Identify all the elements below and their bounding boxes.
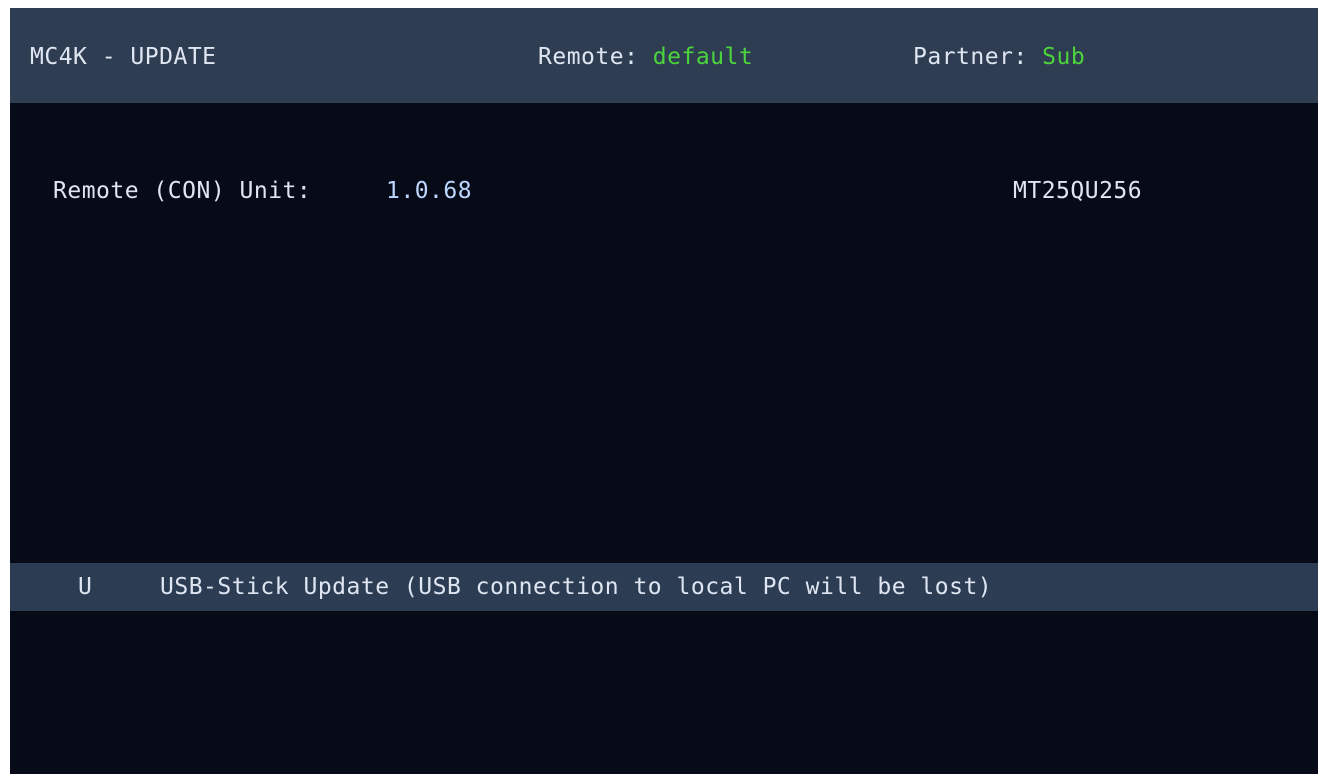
unit-label: Remote (CON) Unit:: [53, 178, 312, 204]
flash-chip-id: MT25QU256: [1013, 178, 1143, 204]
unit-version: 1.0.68: [386, 178, 473, 204]
update-screen: MC4K - UPDATE Remote: default Partner: S…: [10, 8, 1318, 774]
partner-status: Partner: Sub: [913, 44, 1085, 70]
remote-label: Remote:: [538, 44, 639, 70]
partner-value: Sub: [1042, 44, 1086, 70]
menu-item-usb-update[interactable]: U USB-Stick Update (USB connection to lo…: [10, 563, 1318, 611]
remote-value: default: [652, 44, 754, 70]
remote-status: Remote: default: [538, 44, 753, 70]
partner-label: Partner:: [913, 44, 1028, 70]
menu-item-hotkey: U: [78, 574, 93, 600]
header-bar: MC4K - UPDATE Remote: default Partner: S…: [10, 8, 1318, 103]
page-title: MC4K - UPDATE: [30, 44, 217, 70]
menu-item-label: USB-Stick Update (USB connection to loca…: [160, 574, 993, 600]
